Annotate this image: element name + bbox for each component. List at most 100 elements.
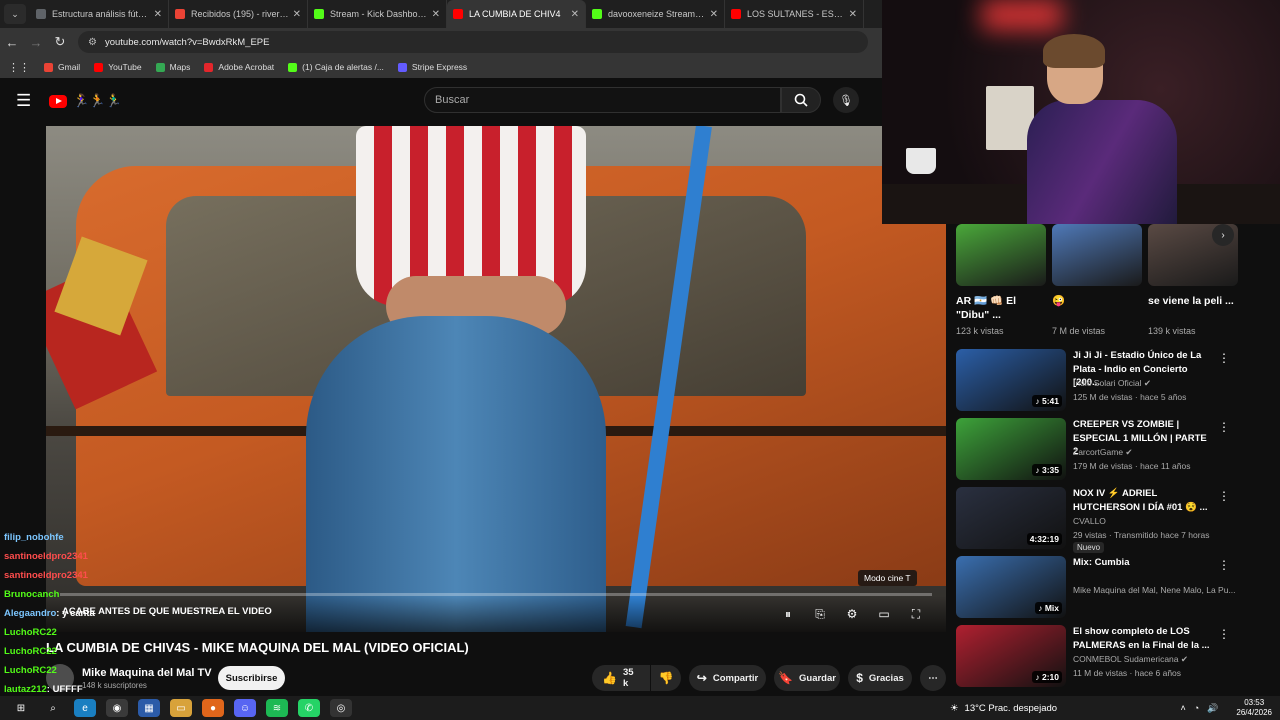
tab-search-button[interactable]: ⌄ (4, 4, 26, 24)
short-card[interactable]: AR 🇦🇷 👊🏻 El "Dibu" ... 123 k vistas (956, 224, 1046, 336)
video-thumbnail[interactable]: 4:32:19 (956, 487, 1066, 549)
bookmark-item[interactable]: Stripe Express (397, 62, 467, 72)
search-input[interactable]: Buscar (424, 87, 781, 113)
whatsapp-icon[interactable]: ✆ (298, 699, 320, 717)
video-thumbnail[interactable]: ♪ 3:35 (956, 418, 1066, 480)
video-player[interactable] (46, 126, 946, 632)
browser-tab[interactable]: davooxeneize Stream - W ✕ (586, 0, 725, 28)
short-title[interactable]: se viene la peli ... (1148, 294, 1238, 322)
chat-message: santinoeldpro2341 (4, 570, 88, 581)
firefox-icon[interactable]: ● (202, 699, 224, 717)
video-channel[interactable]: CONMEBOL Sudamericana ✔ (1073, 654, 1188, 665)
start-icon[interactable]: ⊞ (10, 699, 32, 717)
url-field[interactable]: ⚙ youtube.com/watch?v=BwdxRkM_EPE (78, 31, 868, 53)
fullscreen-icon[interactable]: ⛶ (900, 607, 932, 622)
short-title[interactable]: 😜 (1052, 294, 1142, 322)
thanks-button[interactable]: $ Gracias (848, 665, 912, 691)
video-thumbnail[interactable]: ♪ Mix (956, 556, 1066, 618)
browser-tab[interactable]: Recibidos (195) - riverunir ✕ (169, 0, 308, 28)
like-button[interactable]: 👍 35 k (592, 665, 650, 691)
edge-icon[interactable]: e (74, 699, 96, 717)
forward-arrow-icon[interactable]: → (24, 35, 48, 50)
shorts-next-button[interactable]: › (1212, 224, 1234, 246)
share-button[interactable]: ↪ Compartir (689, 665, 766, 691)
browser-tab[interactable]: Estructura análisis fútbol ✕ (30, 0, 169, 28)
bookmark-item[interactable]: YouTube (94, 62, 142, 72)
voice-search-button[interactable]: 🎙 (833, 87, 859, 113)
cam-red-light (982, 0, 1062, 30)
video-channel[interactable]: Mike Maquina del Mal, Nene Malo, La Pu..… (1073, 585, 1236, 595)
tab-close-icon[interactable]: ✕ (154, 9, 162, 20)
reload-icon[interactable]: ↻ (48, 34, 72, 50)
tab-close-icon[interactable]: ✕ (432, 9, 440, 20)
back-arrow-icon[interactable]: ← (0, 35, 24, 50)
browser-tab[interactable]: LA CUMBIA DE CHIV4 ✕ (447, 0, 586, 28)
recommended-video[interactable]: ♪ 3:35 CREEPER VS ZOMBIE | ESPECIAL 1 MIL… (956, 418, 1276, 482)
more-vert-icon[interactable]: ⋮ (1218, 420, 1230, 434)
video-title-link[interactable]: Mix: Cumbia (1073, 556, 1213, 570)
site-info-icon[interactable]: ⚙ (88, 37, 97, 48)
short-thumbnail[interactable] (956, 224, 1046, 286)
spotify-icon[interactable]: ≋ (266, 699, 288, 717)
obs-icon[interactable]: ◎ (330, 699, 352, 717)
explorer-icon[interactable]: ▭ (170, 699, 192, 717)
recommended-video[interactable]: ♪ Mix Mix: Cumbia Mike Maquina del Mal, Ne… (956, 556, 1276, 620)
subscribe-button[interactable]: Suscribirse (218, 666, 285, 690)
clock[interactable]: 03:53 26/4/2026 (1236, 698, 1272, 718)
sidebar-scrollbar[interactable] (1270, 224, 1280, 696)
chat-username: santinoeldpro2341 (4, 570, 88, 581)
theater-mode-tooltip: Modo cine T (858, 570, 917, 586)
chrome-icon[interactable]: ◉ (106, 699, 128, 717)
save-button[interactable]: 🔖 Guardar (774, 665, 840, 691)
wifi-icon[interactable]: ◔ (1194, 703, 1199, 713)
more-vert-icon[interactable]: ⋮ (1218, 489, 1230, 503)
more-vert-icon[interactable]: ⋮ (1218, 351, 1230, 365)
tab-label: Estructura análisis fútbol (52, 9, 150, 19)
discord-icon[interactable]: ☺ (234, 699, 256, 717)
autoplay-toggle-icon[interactable]: ⏸ (772, 607, 804, 622)
browser-tab[interactable]: LOS SULTANES - ESTOY S ✕ (725, 0, 864, 28)
tray-arrow-icon[interactable]: ˄ (1180, 703, 1185, 713)
weather-widget[interactable]: ☀ 13°C Prac. despejado (950, 696, 1057, 720)
bookmark-item[interactable]: (1) Caja de alertas /... (288, 62, 384, 72)
tab-close-icon[interactable]: ✕ (849, 9, 857, 20)
tab-close-icon[interactable]: ✕ (293, 9, 301, 20)
subtitles-icon[interactable]: ⎘ (804, 607, 836, 622)
bookmark-item[interactable]: Maps (155, 62, 190, 72)
bookmark-item[interactable]: Gmail (44, 62, 80, 72)
video-title-link[interactable]: NOX IV ⚡ ADRIEL HUTCHERSON I DÍA #01 😵 .… (1073, 487, 1213, 514)
video-channel[interactable]: ZarcortGame ✔ (1073, 447, 1133, 458)
search-taskbar-icon[interactable]: ⌕ (42, 699, 64, 717)
video-title-link[interactable]: El show completo de LOS PALMERAS en la F… (1073, 625, 1213, 652)
theater-mode-icon[interactable]: ▭ (868, 607, 900, 621)
search-button[interactable] (781, 87, 821, 113)
store-icon[interactable]: ▦ (138, 699, 160, 717)
short-card[interactable]: 😜 7 M de vistas (1052, 224, 1142, 336)
recommended-video[interactable]: ♪ 2:10 El show completo de LOS PALMERAS e… (956, 625, 1276, 689)
more-vert-icon[interactable]: ⋮ (1218, 558, 1230, 572)
short-thumbnail[interactable] (1052, 224, 1142, 286)
more-vert-icon[interactable]: ⋮ (1218, 627, 1230, 641)
short-title[interactable]: AR 🇦🇷 👊🏻 El "Dibu" ... (956, 294, 1046, 322)
recommended-video[interactable]: 4:32:19 NOX IV ⚡ ADRIEL HUTCHERSON I DÍA … (956, 487, 1276, 553)
channel-name[interactable]: Mike Maquina del Mal TV (82, 667, 212, 679)
dislike-button[interactable]: 👎 (651, 665, 681, 691)
browser-tab[interactable]: Stream - Kick Dashboard ✕ (308, 0, 447, 28)
video-channel[interactable]: CVALLO (1073, 516, 1106, 526)
youtube-logo[interactable] (49, 94, 68, 108)
youtube-doodle[interactable]: 🏃‍♀️🏃🏃‍♂️ (73, 93, 122, 109)
volume-icon[interactable]: 🔊 (1207, 703, 1218, 714)
bookmark-item[interactable]: Adobe Acrobat (204, 62, 274, 72)
video-channel[interactable]: Indio Solari Oficial ✔ (1073, 378, 1151, 389)
menu-icon[interactable]: ☰ (16, 91, 31, 111)
more-actions-button[interactable]: ⋯ (920, 665, 946, 691)
apps-grid-icon[interactable]: ⋮⋮ (8, 61, 30, 74)
tab-close-icon[interactable]: ✕ (571, 9, 579, 20)
video-duration: ♪ 5:41 (1032, 395, 1062, 407)
recommended-video[interactable]: ♪ 5:41 Ji Ji Ji - Estadio Único de La Pla… (956, 349, 1276, 413)
tab-close-icon[interactable]: ✕ (710, 9, 718, 20)
video-thumbnail[interactable]: ♪ 2:10 (956, 625, 1066, 687)
tab-label: Recibidos (195) - riverunir (191, 9, 289, 19)
settings-gear-icon[interactable]: ⚙ (836, 607, 868, 621)
video-thumbnail[interactable]: ♪ 5:41 (956, 349, 1066, 411)
